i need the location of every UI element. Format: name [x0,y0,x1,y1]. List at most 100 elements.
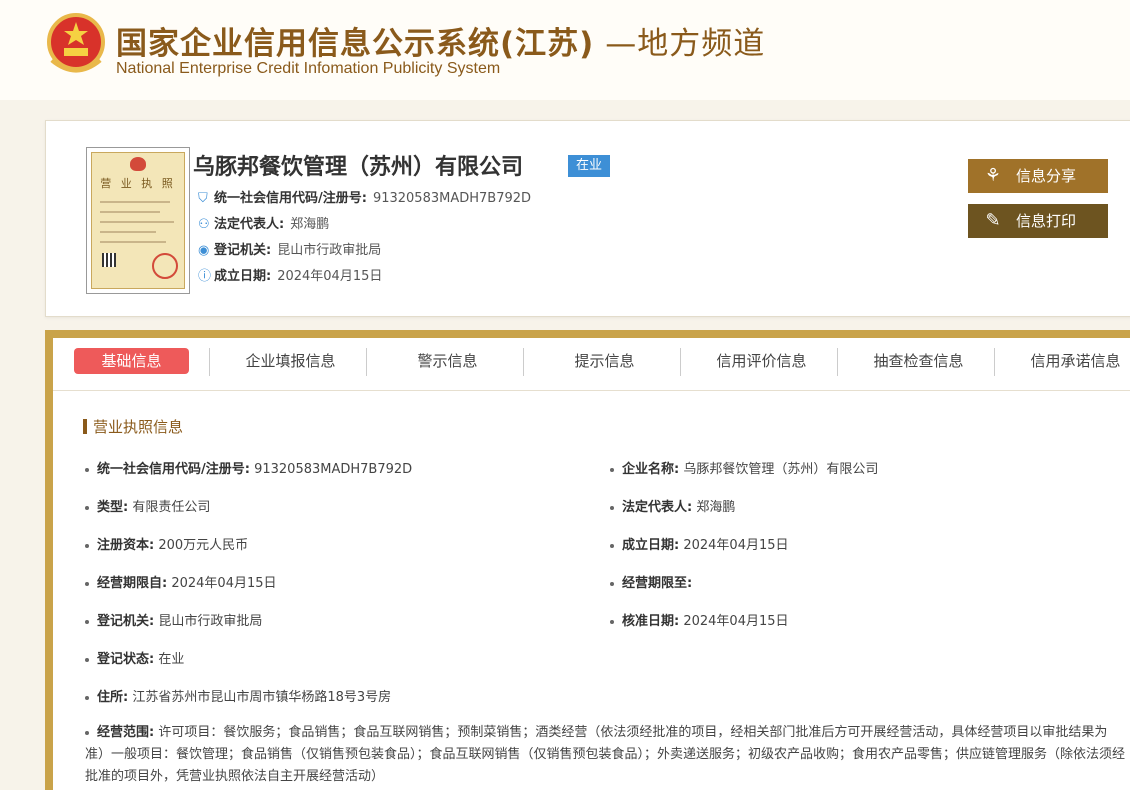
field-authority: 登记机关: 昆山市行政审批局 [85,610,262,629]
site-title: 国家企业信用信息公示系统(江苏) —地方频道 [116,18,765,63]
field-value: 200万元人民币 [158,538,249,553]
field-key: 类型: [97,500,129,515]
field-key: 登记机关: [97,614,155,629]
company-name: 乌豚邦餐饮管理（苏州）有限公司 [193,155,524,180]
person-icon: ⚇ [198,217,210,232]
license-title: 营 业 执 照 [100,177,176,190]
info-row-authority: ◉ 登记机关: 昆山市行政审批局 [198,239,381,258]
print-button[interactable]: ✎ 信息打印 [968,204,1108,238]
bullet [610,581,614,586]
site-header: 国家企业信用信息公示系统(江苏) —地方频道 National Enterpri… [0,0,1130,100]
seal-stamp-icon [152,253,178,279]
bullet [610,543,614,548]
share-button[interactable]: ⚘ 信息分享 [968,159,1108,193]
info-row-credit-code: ⛉ 统一社会信用代码/注册号: 91320583MADH7B792D [198,187,531,206]
license-line [100,221,174,223]
detail-panel-body: 基础信息 企业填报信息 警示信息 提示信息 信用评价信息 抽查检查信息 信用承诺… [53,338,1130,790]
print-button-label: 信息打印 [1016,212,1077,230]
business-license-thumbnail[interactable]: 营 业 执 照 [86,147,190,294]
field-value: 91320583MADH7B792D [254,462,413,477]
detail-panel: 基础信息 企业填报信息 警示信息 提示信息 信用评价信息 抽查检查信息 信用承诺… [45,330,1130,790]
location-pin-icon: ◉ [198,243,210,258]
tab-warning[interactable]: 警示信息 [380,348,515,374]
field-value: 许可项目：餐饮服务；食品销售；食品互联网销售；预制菜销售；酒类经营（依法须经批准… [85,725,1126,784]
bullet [610,619,614,624]
bullet [85,505,89,510]
site-subtitle-en: National Enterprise Credit Infomation Pu… [116,60,501,77]
status-badge: 在业 [568,155,611,177]
info-key: 统一社会信用代码/注册号: [214,191,367,206]
field-value: 2024年04月15日 [683,614,789,629]
field-key: 住所: [97,690,129,705]
license-line [100,231,156,233]
share-button-label: 信息分享 [1016,167,1077,185]
field-value: 在业 [158,652,185,667]
field-key: 核准日期: [622,614,680,629]
company-card: 营 业 执 照 乌豚邦餐饮管理（苏州）有限公司 在业 ⛉ 统一社会信用代码/注册号… [45,120,1130,317]
shield-icon: ⛉ [198,191,208,206]
field-value: 江苏省苏州市昆山市周市镇华杨路18号3号房 [132,690,392,705]
pencil-icon: ✎ [985,210,1001,231]
info-row-founded: ⓘ 成立日期: 2024年04月15日 [198,265,382,284]
field-key: 登记状态: [97,652,155,667]
field-term-to: 经营期限至: [610,572,692,591]
tab-divider [366,348,367,376]
info-key: 登记机关: [214,243,272,258]
field-type: 类型: 有限责任公司 [85,496,210,515]
tab-credit-commitment[interactable]: 信用承诺信息 [1008,348,1130,374]
field-term-from: 经营期限自: 2024年04月15日 [85,572,277,591]
bullet [85,730,89,735]
tab-divider [837,348,838,376]
field-founded: 成立日期: 2024年04月15日 [610,534,789,553]
site-title-suffix: —地方频道 [594,26,766,62]
field-status: 登记状态: 在业 [85,648,184,667]
field-value: 2024年04月15日 [171,576,277,591]
license-line [100,201,170,203]
tab-company-report[interactable]: 企业填报信息 [223,348,358,374]
tab-notice[interactable]: 提示信息 [537,348,672,374]
tab-inspection[interactable]: 抽查检查信息 [851,348,986,374]
bullet [85,581,89,586]
tab-divider [523,348,524,376]
field-address: 住所: 江苏省苏州市昆山市周市镇华杨路18号3号房 [85,686,391,705]
national-emblem-icon [47,13,105,73]
field-key: 经营期限自: [97,576,168,591]
field-value: 2024年04月15日 [683,538,789,553]
info-icon: ⓘ [198,269,212,284]
bullet [85,657,89,662]
field-key: 法定代表人: [622,500,693,515]
section-title: 营业执照信息 [83,416,183,437]
info-value: 2024年04月15日 [277,269,383,284]
field-key: 统一社会信用代码/注册号: [97,462,250,477]
field-key: 经营期限至: [622,576,693,591]
info-key: 法定代表人: [214,217,285,232]
tab-divider [680,348,681,376]
field-capital: 注册资本: 200万元人民币 [85,534,248,553]
field-value: 昆山市行政审批局 [158,614,263,629]
info-key: 成立日期: [214,269,272,284]
section-title-bar [83,419,87,434]
field-key: 注册资本: [97,538,155,553]
tab-credit-rating[interactable]: 信用评价信息 [694,348,829,374]
bullet [610,467,614,472]
license-emblem-icon [130,157,146,171]
site-title-main: 国家企业信用信息公示系统(江苏) [116,26,595,62]
license-line [100,241,166,243]
field-value: 乌豚邦餐饮管理（苏州）有限公司 [683,462,879,477]
field-key: 企业名称: [622,462,680,477]
bullet [85,543,89,548]
field-key: 成立日期: [622,538,680,553]
info-value: 郑海鹏 [290,217,330,232]
field-business-scope: 经营范围: 许可项目：餐饮服务；食品销售；食品互联网销售；预制菜销售；酒类经营（… [85,722,1125,788]
field-value: 有限责任公司 [132,500,211,515]
field-company-name: 企业名称: 乌豚邦餐饮管理（苏州）有限公司 [610,458,878,477]
tab-divider [994,348,995,376]
bullet [610,505,614,510]
tab-bar: 基础信息 企业填报信息 警示信息 提示信息 信用评价信息 抽查检查信息 信用承诺… [53,338,1130,391]
field-approved-date: 核准日期: 2024年04月15日 [610,610,789,629]
tab-basic-info[interactable]: 基础信息 [74,348,189,374]
field-key: 经营范围: [97,725,155,740]
qr-code-icon [102,253,116,267]
tab-divider [209,348,210,376]
share-icon: ⚘ [984,165,1002,186]
